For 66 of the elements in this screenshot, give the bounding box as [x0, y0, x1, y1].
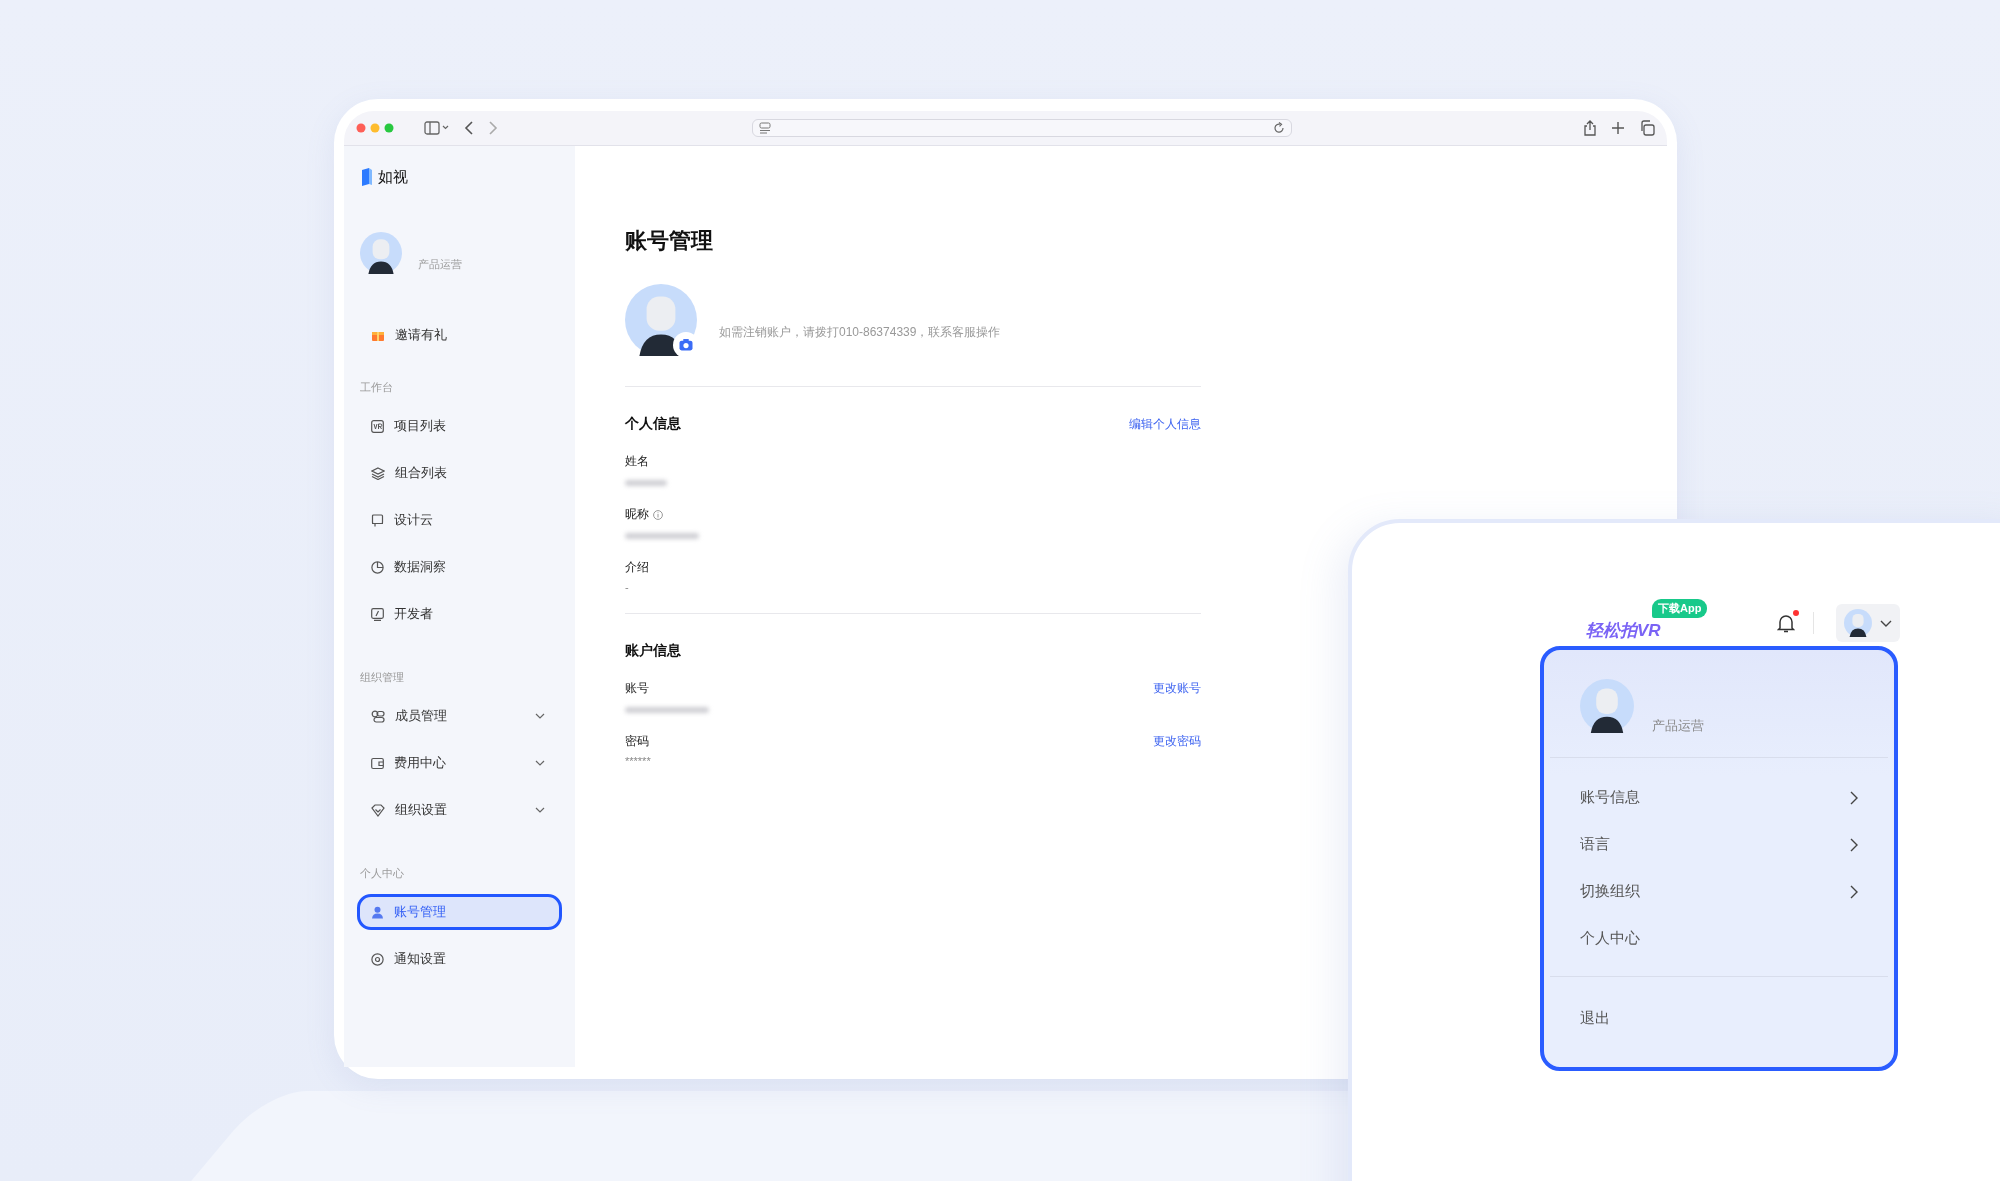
field-label: 账号 — [625, 680, 649, 697]
section-title: 个人信息 — [625, 415, 681, 433]
sidebar-item[interactable]: 通知设置 — [357, 941, 562, 977]
field-label: 昵称 — [625, 506, 649, 523]
plus-icon[interactable] — [1611, 121, 1625, 135]
members-icon — [371, 709, 385, 723]
sidebar-item[interactable]: 组织设置 — [357, 792, 562, 828]
section-label: 个人中心 — [360, 866, 405, 881]
back-icon[interactable] — [464, 121, 474, 135]
chevron-down-icon — [1880, 619, 1892, 627]
layers-icon — [371, 466, 385, 480]
edit-link[interactable]: 编辑个人信息 — [1129, 415, 1201, 433]
board-icon — [371, 513, 384, 527]
sidebar-item[interactable]: 费用中心 — [357, 745, 562, 781]
field-label: 姓名 — [625, 453, 649, 470]
avatar-silhouette — [360, 232, 402, 274]
avatar-silhouette — [1844, 609, 1872, 637]
info-icon[interactable] — [653, 509, 663, 520]
field-value: ****** — [625, 755, 652, 767]
avatar-upload[interactable] — [625, 284, 699, 358]
section-label: 工作台 — [360, 380, 394, 395]
sidebar-item[interactable]: 成员管理 — [357, 698, 562, 734]
sidebar-item[interactable]: 数据洞察 — [357, 549, 562, 585]
page-icon — [759, 122, 771, 134]
menu-item[interactable]: 个人中心 — [1550, 915, 1888, 962]
field-label: 介绍 — [625, 559, 649, 576]
blurred-value — [625, 480, 667, 486]
change-link[interactable]: 更改账号 — [1153, 680, 1201, 697]
page-title: 账号管理 — [625, 227, 714, 255]
menu-item[interactable]: 账号信息 — [1550, 774, 1888, 821]
user-role: 产品运营 — [1652, 717, 1704, 735]
user-role: 产品运营 — [418, 257, 462, 272]
vr-icon — [371, 419, 384, 433]
share-icon[interactable] — [1583, 120, 1597, 136]
notice-text: 如需注销账户，请拨打010-86374339，联系客服操作 — [719, 323, 1001, 341]
tabs-icon[interactable] — [1639, 120, 1655, 136]
brand-name: 轻松拍VR — [1586, 619, 1661, 642]
sidebar-item[interactable]: 设计云 — [357, 502, 562, 538]
sidebar-item[interactable]: 开发者 — [357, 596, 562, 632]
change-link[interactable]: 更改密码 — [1153, 733, 1201, 750]
section-title: 账户信息 — [625, 642, 681, 660]
sidebar-item[interactable]: 组合列表 — [357, 455, 562, 491]
wallet-icon — [371, 756, 384, 770]
logo-icon — [360, 167, 374, 187]
monitor-icon — [371, 607, 384, 621]
shield-icon — [371, 803, 385, 817]
menu-item[interactable]: 切换组织 — [1550, 868, 1888, 915]
logout-item[interactable]: 退出 — [1550, 995, 1888, 1042]
field-label: 密码 — [625, 733, 649, 750]
avatar-silhouette — [1580, 679, 1634, 733]
pie-chart-icon — [371, 560, 384, 574]
menu-item[interactable]: 语言 — [1550, 821, 1888, 868]
logo-text: 如视 — [378, 167, 408, 187]
item-label: 邀请有礼 — [395, 326, 447, 344]
sidebar-item[interactable]: 账号管理 — [357, 894, 562, 930]
sidebar-toggle-icon[interactable] — [424, 121, 450, 135]
account-menu-button[interactable] — [1836, 604, 1900, 642]
user-icon — [371, 905, 384, 919]
section-label: 组织管理 — [360, 670, 405, 685]
window-controls-icon[interactable] — [356, 123, 394, 133]
sidebar-item[interactable]: 项目列表 — [357, 408, 562, 444]
settings-icon — [371, 952, 384, 966]
bell-icon[interactable] — [1777, 613, 1795, 633]
sidebar-item[interactable]: 邀请有礼 — [357, 317, 562, 353]
reload-icon[interactable] — [1273, 122, 1285, 134]
field-value: - — [625, 581, 630, 593]
